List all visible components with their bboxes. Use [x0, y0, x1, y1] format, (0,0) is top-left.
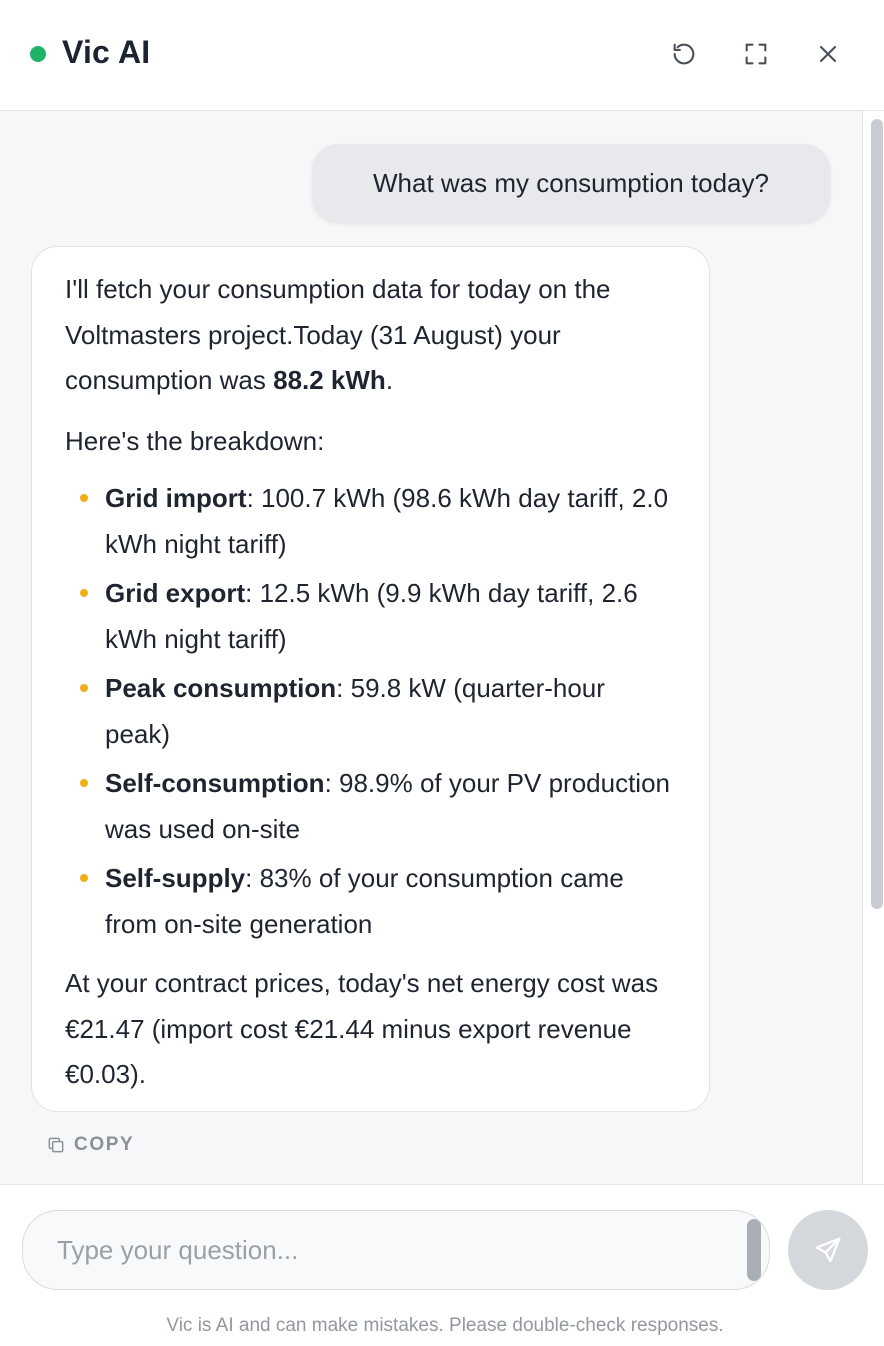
expand-button[interactable]: [738, 36, 774, 72]
question-input-wrapper[interactable]: [22, 1210, 770, 1290]
copy-label: COPY: [74, 1134, 135, 1155]
assistant-closing: At your contract prices, today's net ene…: [65, 968, 659, 1089]
expand-icon: [745, 43, 767, 65]
assistant-message: I'll fetch your consumption data for tod…: [31, 246, 710, 1112]
online-status-indicator: [30, 46, 46, 62]
input-scrollbar[interactable]: [747, 1219, 761, 1281]
message-composer: Vic is AI and can make mistakes. Please …: [0, 1184, 884, 1346]
question-input[interactable]: [23, 1211, 743, 1289]
list-item: Grid export: 12.5 kWh (9.9 kWh day tarif…: [65, 571, 677, 662]
send-button[interactable]: [788, 1210, 868, 1290]
app-title: Vic AI: [62, 34, 151, 70]
copy-icon: [48, 1137, 64, 1153]
chat-messages[interactable]: What was my consumption today? I'll fetc…: [0, 111, 884, 1184]
list-item: Self-consumption: 98.9% of your PV produ…: [65, 761, 677, 852]
ai-disclaimer: Vic is AI and can make mistakes. Please …: [166, 1315, 724, 1336]
list-item: Peak consumption: 59.8 kW (quarter-hour …: [65, 666, 677, 757]
bullet-dot: [80, 779, 88, 787]
consumption-total: 88.2 kWh: [273, 365, 386, 395]
refresh-button[interactable]: [666, 36, 702, 72]
assistant-intro: I'll fetch your consumption data for tod…: [65, 274, 611, 395]
chat-scrollbar-thumb[interactable]: [871, 119, 883, 909]
user-message: What was my consumption today?: [312, 144, 830, 222]
send-icon: [815, 1237, 841, 1263]
close-icon: [819, 45, 837, 63]
list-item: Grid import: 100.7 kWh (98.6 kWh day tar…: [65, 476, 677, 567]
breakdown-list: Grid import: 100.7 kWh (98.6 kWh day tar…: [65, 476, 677, 947]
bullet-dot: [80, 684, 88, 692]
list-item: Self-supply: 83% of your consumption cam…: [65, 856, 677, 947]
copy-button[interactable]: COPY: [46, 1130, 134, 1160]
bullet-dot: [80, 494, 88, 502]
bullet-dot: [80, 589, 88, 597]
chat-header: Vic AI: [0, 0, 884, 111]
refresh-icon: [673, 43, 695, 65]
close-button[interactable]: [810, 36, 846, 72]
breakdown-heading: Here's the breakdown:: [65, 425, 325, 456]
bullet-dot: [80, 874, 88, 882]
user-message-text: What was my consumption today?: [373, 167, 769, 198]
